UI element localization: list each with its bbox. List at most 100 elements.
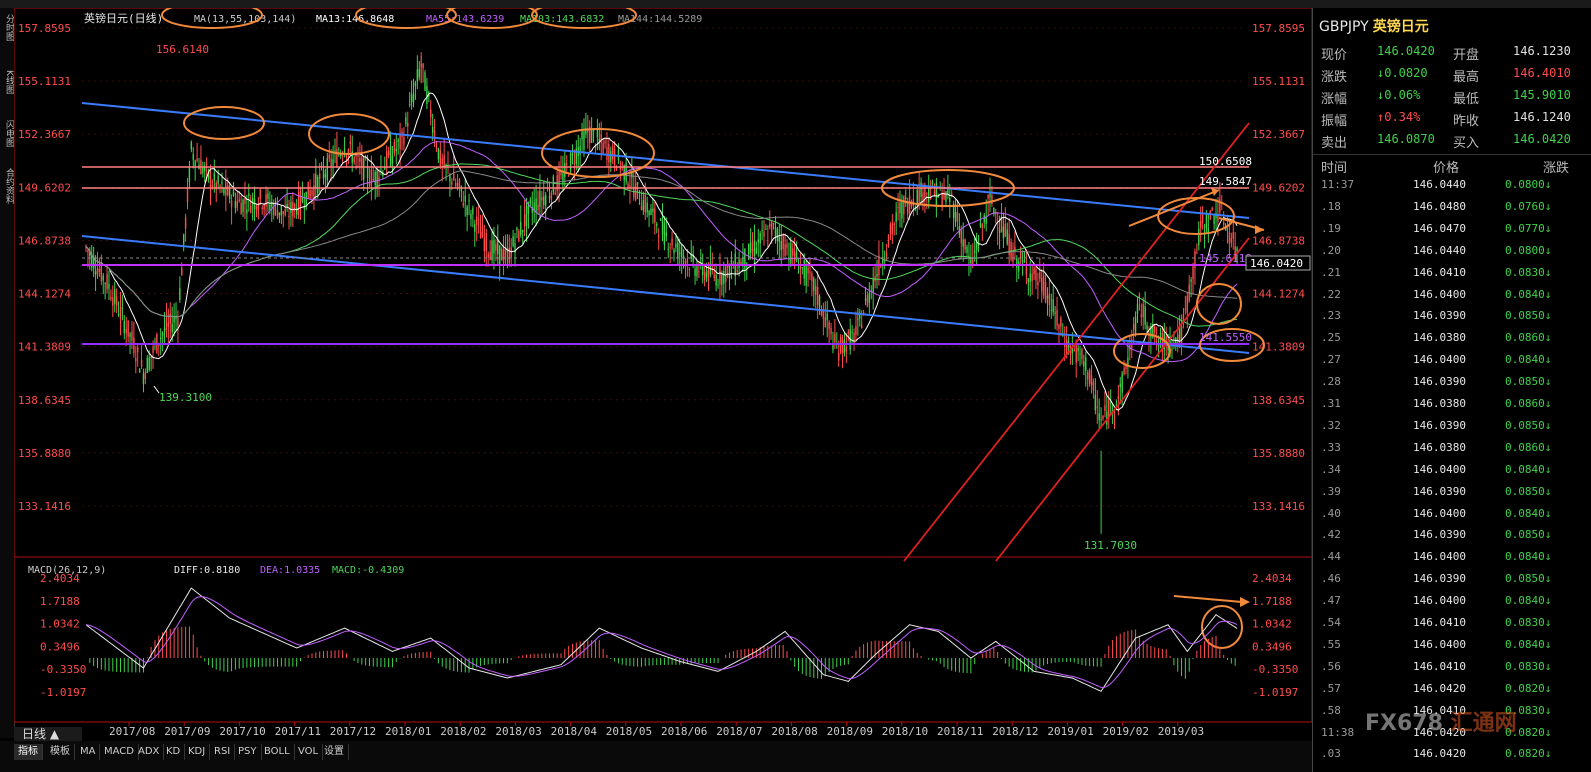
candle-body	[975, 242, 978, 250]
tab-flash-chart[interactable]: 闪电图	[0, 120, 14, 147]
indicator-tab[interactable]: BOLL	[260, 744, 295, 760]
candle-body	[518, 230, 520, 242]
candle-body	[887, 235, 890, 246]
tick-time: .54	[1321, 616, 1341, 629]
candle-body	[363, 157, 365, 180]
candle-body	[1121, 373, 1123, 393]
period-selector[interactable]: 日线 ▲	[14, 727, 82, 741]
current-price-label: 146.0420	[1250, 257, 1303, 270]
candle-body	[307, 181, 309, 199]
candle-body	[648, 210, 650, 216]
candle-body	[935, 182, 938, 206]
candle-body	[341, 155, 344, 157]
candle-body	[1058, 324, 1060, 330]
candle-body	[621, 163, 623, 165]
indicator-tab[interactable]: MA	[76, 744, 101, 760]
candle-body	[1075, 344, 1077, 363]
candle-body	[638, 203, 641, 205]
date-axis-label: 2018/06	[661, 725, 707, 738]
quote-label: 涨幅	[1321, 92, 1348, 107]
candle-body	[1050, 309, 1053, 311]
candle-body	[1182, 314, 1185, 320]
indicator-tab[interactable]: 设置	[320, 744, 349, 760]
candle-body	[439, 149, 442, 166]
candle-body	[665, 232, 668, 237]
candle-body	[424, 72, 426, 91]
candle-body	[376, 170, 378, 187]
level-label-4: 141.5550	[1199, 331, 1252, 344]
indicator-tab[interactable]: KD	[162, 744, 186, 760]
indicator-tab[interactable]: VOL	[294, 744, 324, 760]
candle-body	[864, 298, 867, 301]
tick-time: .58	[1321, 703, 1341, 717]
candle-body	[326, 158, 329, 181]
candle-body	[855, 326, 857, 335]
candle-body	[656, 223, 658, 226]
candle-body	[657, 235, 660, 237]
chart-area[interactable]: 157.8595 157.8595 155.1131 155.1131 152.3667…	[14, 8, 1312, 741]
candle-body	[1222, 222, 1225, 225]
candle-body	[715, 274, 717, 286]
tick-time: .46	[1321, 572, 1341, 586]
candle-body	[238, 199, 240, 202]
candle-body	[908, 195, 911, 213]
candle-body	[905, 197, 907, 199]
indicator-tab[interactable]: PSY	[234, 744, 262, 760]
candle-body	[265, 194, 267, 207]
candle-body	[525, 206, 528, 227]
candle-body	[391, 156, 394, 164]
tick-change: 0.0770↓	[1505, 221, 1552, 235]
candle-body	[104, 283, 106, 285]
candle-body	[1196, 252, 1198, 254]
candle-body	[106, 274, 108, 290]
candle-body	[646, 202, 648, 213]
indicator-tab[interactable]: ADX	[134, 744, 165, 760]
indicator-tab[interactable]: RSI	[210, 744, 236, 760]
date-axis-label: 2017/12	[330, 725, 376, 738]
candle-body	[1077, 347, 1079, 352]
candle-body	[1228, 232, 1231, 244]
tick-price: 146.0410	[1413, 616, 1466, 629]
candle-body	[263, 204, 265, 210]
candle-body	[868, 292, 871, 303]
indicator-tab[interactable]: 模板	[46, 744, 75, 760]
candle-body	[173, 316, 175, 323]
candle-body	[761, 229, 763, 231]
macd-axis-right-label: -1.0197	[1252, 686, 1298, 699]
tick-table-header: 时间 价格 涨跌	[1313, 154, 1591, 176]
indicator-tab[interactable]: KDJ	[184, 744, 211, 760]
tick-row: .27 146.0400 0.0840↓	[1313, 353, 1591, 375]
candle-body	[933, 190, 936, 196]
candle-body	[408, 104, 411, 106]
candle-body	[240, 203, 242, 215]
candle-body	[606, 147, 608, 160]
candle-body	[290, 202, 292, 213]
tick-time: .21	[1321, 265, 1341, 279]
candle-body	[627, 183, 629, 188]
quote-label: 开盘	[1453, 48, 1480, 63]
candle-body	[1004, 223, 1007, 237]
candle-body	[600, 134, 602, 144]
candle-body	[190, 141, 193, 150]
candle-body	[133, 337, 135, 354]
tick-change: 0.0850↓	[1505, 418, 1552, 432]
quote-row: 卖出 146.0870 买入 146.0420	[1313, 130, 1591, 151]
tick-change: 0.0840↓	[1505, 462, 1552, 476]
tab-contract-info[interactable]: 合约资料	[0, 168, 14, 204]
level-label-2: 149.5847	[1199, 175, 1252, 188]
candle-body	[318, 173, 321, 180]
candle-body	[121, 307, 124, 310]
candle-body	[1048, 294, 1051, 305]
indicator-tab[interactable]: 指标	[14, 744, 43, 760]
price-axis-left-label: 138.6345	[18, 394, 71, 407]
tab-tick-chart[interactable]: 分时图	[0, 14, 14, 41]
tab-kline[interactable]: K线图	[0, 70, 14, 94]
tick-row: .40 146.0400 0.0840↓	[1313, 507, 1591, 529]
candle-body	[797, 272, 800, 274]
candle-body	[792, 248, 794, 256]
candle-body	[129, 333, 131, 337]
quote-value: 146.1240	[1513, 110, 1571, 124]
tick-price: 146.0420	[1413, 681, 1466, 695]
date-axis-label: 2018/05	[606, 725, 652, 738]
candle-body	[213, 173, 216, 181]
